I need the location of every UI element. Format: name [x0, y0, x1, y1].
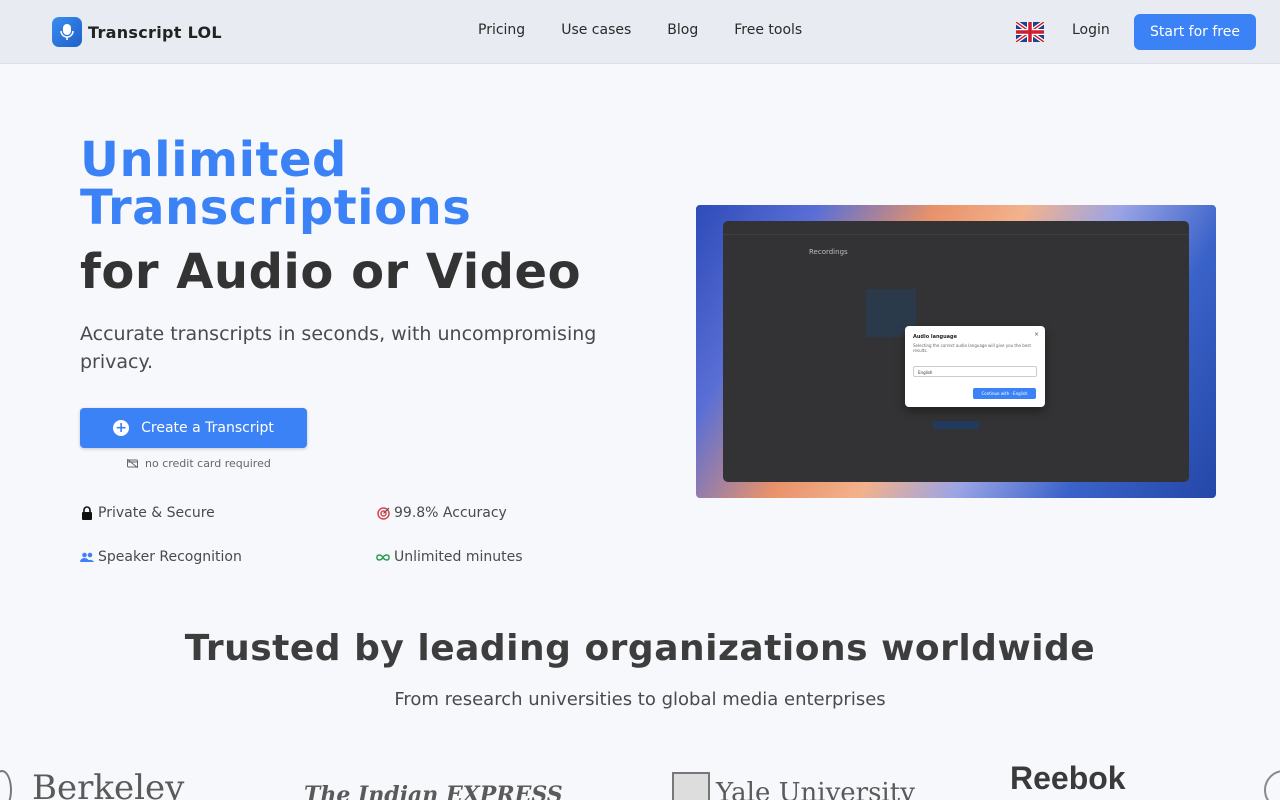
- modal-title: Audio language: [913, 334, 958, 340]
- uk-flag-icon[interactable]: [1016, 22, 1044, 42]
- main-nav: Pricing Use cases Blog Free tools: [478, 22, 838, 38]
- plus-circle-icon: +: [113, 420, 130, 436]
- brand-logo[interactable]: Transcript LOL: [52, 17, 222, 47]
- hero-title-line2: Transcriptions: [80, 180, 472, 236]
- feature-speaker-label: Speaker Recognition: [98, 549, 242, 565]
- feature-unlimited-label: Unlimited minutes: [394, 549, 523, 565]
- hero-title-highlight: Unlimited Transcriptions: [80, 136, 471, 232]
- brand-name: Transcript LOL: [88, 22, 222, 42]
- feature-speaker: Speaker Recognition: [80, 549, 242, 565]
- microphone-icon: [52, 17, 82, 47]
- modal-description: Selecting the correct audio language wil…: [913, 343, 1031, 353]
- feature-unlimited: Unlimited minutes: [376, 549, 523, 565]
- yale-shield-icon: [672, 772, 710, 800]
- credit-card-off-icon: [127, 459, 138, 468]
- berkeley-logo: Berkeley: [32, 768, 185, 800]
- logo-strip: Berkeley The Indian EXPRESS Yale Univers…: [0, 760, 1280, 800]
- close-icon[interactable]: ×: [1034, 331, 1039, 338]
- continue-button[interactable]: Continue with · English: [973, 388, 1036, 399]
- language-select[interactable]: English: [913, 366, 1037, 377]
- feature-private-label: Private & Secure: [98, 505, 215, 521]
- target-icon: [376, 506, 390, 520]
- feature-private: Private & Secure: [80, 505, 215, 521]
- yale-logo: Yale University: [716, 778, 915, 800]
- dim-button: [933, 421, 979, 429]
- app-titlebar: [723, 221, 1189, 235]
- seal-logo-left: [0, 770, 12, 800]
- nav-use-cases[interactable]: Use cases: [561, 22, 631, 38]
- indian-express-logo: The Indian EXPRESS: [304, 782, 563, 800]
- nav-free-tools[interactable]: Free tools: [734, 22, 802, 38]
- trusted-subtitle: From research universities to global med…: [394, 689, 886, 710]
- no-credit-card-note: no credit card required: [127, 457, 271, 470]
- site-header: Transcript LOL Pricing Use cases Blog Fr…: [0, 0, 1280, 64]
- seal-logo-right: [1264, 770, 1280, 800]
- create-transcript-button[interactable]: + Create a Transcript: [80, 408, 307, 448]
- app-window: Recordings × Audio language Selecting th…: [723, 221, 1189, 482]
- lock-icon: [80, 506, 94, 520]
- trusted-heading: Trusted by leading organizations worldwi…: [184, 628, 1096, 669]
- nav-blog[interactable]: Blog: [667, 22, 698, 38]
- feature-accuracy-label: 99.8% Accuracy: [394, 505, 507, 521]
- feature-accuracy: 99.8% Accuracy: [376, 505, 507, 521]
- no-credit-card-text: no credit card required: [145, 457, 271, 470]
- create-transcript-label: Create a Transcript: [141, 420, 274, 436]
- reebok-logo: Reebok: [1010, 760, 1126, 796]
- nav-pricing[interactable]: Pricing: [478, 22, 525, 38]
- infinity-icon: [376, 550, 390, 564]
- login-link[interactable]: Login: [1072, 22, 1110, 38]
- product-preview-image: Recordings × Audio language Selecting th…: [696, 205, 1216, 498]
- start-for-free-button[interactable]: Start for free: [1134, 14, 1256, 50]
- audio-language-modal: × Audio language Selecting the correct a…: [905, 326, 1045, 407]
- app-window-title: Recordings: [809, 248, 848, 256]
- hero-title-line3: for Audio or Video: [80, 244, 582, 300]
- users-icon: [80, 550, 94, 564]
- hero-title-line1: Unlimited: [80, 132, 347, 188]
- hero-subtitle: Accurate transcripts in seconds, with un…: [80, 323, 597, 373]
